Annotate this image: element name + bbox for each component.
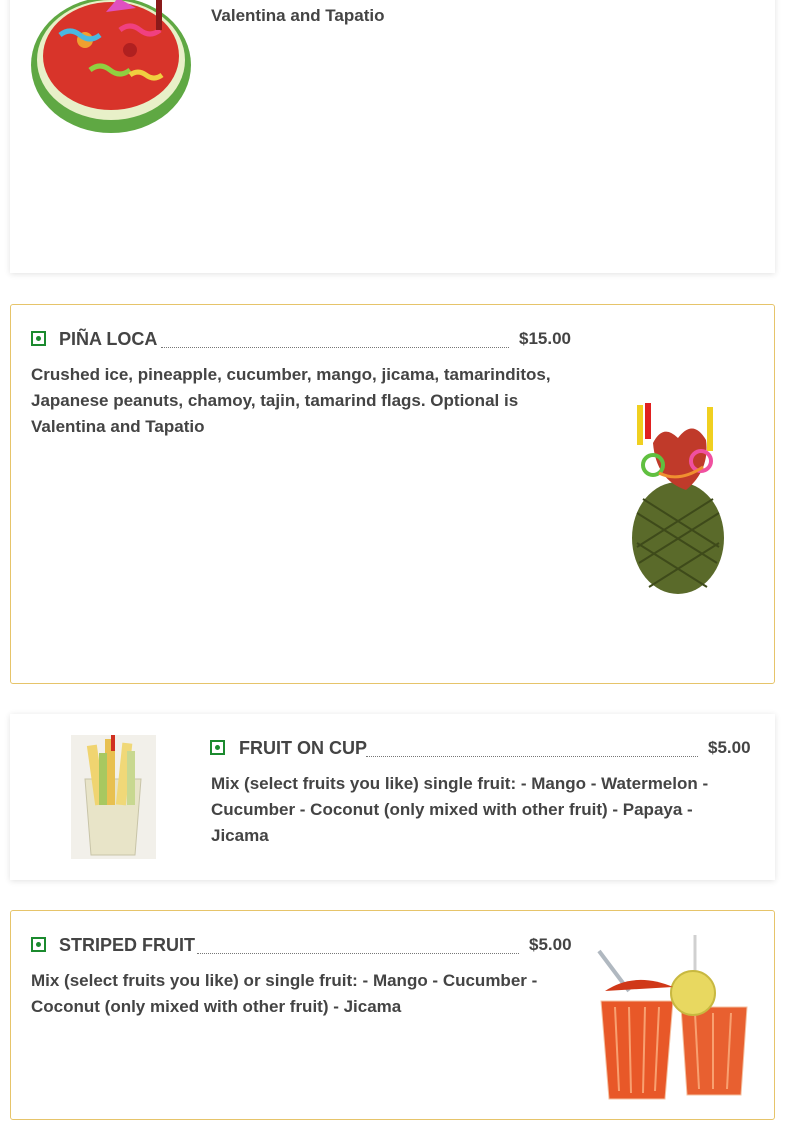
price-leader xyxy=(161,347,509,348)
veg-indicator-icon xyxy=(31,331,46,346)
pineapple-image xyxy=(632,403,724,594)
menu-item-card[interactable]: STRIPED FRUIT $5.00 Mix (select fruits y… xyxy=(10,910,775,1120)
veg-indicator-icon xyxy=(31,937,46,952)
item-title: PIÑA LOCA xyxy=(59,329,158,349)
item-price: $5.00 xyxy=(708,738,751,757)
price-leader xyxy=(366,756,698,757)
item-description: Valentina and Tapatio xyxy=(211,6,385,25)
item-description: Mix (select fruits you like) single frui… xyxy=(211,774,709,845)
item-price: $15.00 xyxy=(519,329,571,348)
item-description: Crushed ice, pineapple, cucumber, mango,… xyxy=(31,365,551,436)
striped-fruit-cups-image xyxy=(597,935,748,1100)
menu-item-card[interactable]: Valentina and Tapatio xyxy=(10,0,775,273)
fruit-cup-image xyxy=(71,735,156,859)
veg-indicator-icon xyxy=(210,740,225,755)
menu-item-card[interactable]: PIÑA LOCA $15.00 Crushed ice, pineapple,… xyxy=(10,304,775,684)
item-price: $5.00 xyxy=(529,935,572,954)
item-title: FRUIT ON CUP xyxy=(239,738,367,758)
item-title: STRIPED FRUIT xyxy=(59,935,196,955)
item-description: Mix (select fruits you like) or single f… xyxy=(31,971,538,1016)
menu-item-card[interactable]: FRUIT ON CUP $5.00 Mix (select fruits yo… xyxy=(10,714,775,880)
watermelon-bowl-image xyxy=(31,0,191,133)
price-leader xyxy=(197,953,519,954)
